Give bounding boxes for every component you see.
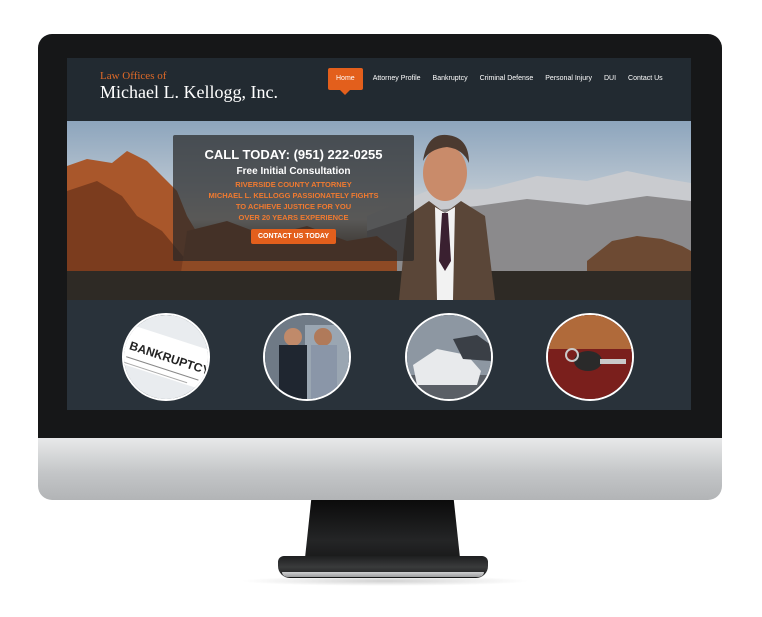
website-screen: Law Offices of Michael L. Kellogg, Inc. … xyxy=(67,58,691,410)
monitor-stand-base-edge xyxy=(282,572,484,577)
hero-line-3: TO ACHIEVE JUSTICE FOR YOU xyxy=(235,202,352,211)
main-nav: Home Attorney Profile Bankruptcy Crimina… xyxy=(328,67,669,95)
site-header: Law Offices of Michael L. Kellogg, Inc. … xyxy=(67,58,691,121)
dui-circle[interactable] xyxy=(546,313,634,401)
logo-line2[interactable]: Michael L. Kellogg, Inc. xyxy=(100,82,278,103)
monitor-chin xyxy=(38,438,722,500)
contact-us-today-button[interactable]: CONTACT US TODAY xyxy=(250,229,337,244)
hero-line-4: OVER 20 YEARS EXPERIENCE xyxy=(238,213,349,222)
nav-item-attorney-profile[interactable]: Attorney Profile xyxy=(367,68,427,90)
monitor-stand-neck xyxy=(305,500,460,558)
bankruptcy-form-icon: BANKRUPTCY xyxy=(124,315,208,399)
nav-item-dui[interactable]: DUI xyxy=(598,68,622,90)
car-accident-icon xyxy=(407,315,491,399)
hero-phone[interactable]: CALL TODAY: (951) 222-0255 xyxy=(173,147,414,162)
bankruptcy-circle[interactable]: BANKRUPTCY xyxy=(122,313,210,401)
hero-line-1: RIVERSIDE COUNTY ATTORNEY xyxy=(235,180,352,189)
personal-injury-circle[interactable] xyxy=(405,313,493,401)
nav-item-bankruptcy[interactable]: Bankruptcy xyxy=(427,68,474,90)
nav-item-criminal-defense[interactable]: Criminal Defense xyxy=(474,68,540,90)
hero-line-2: MICHAEL L. KELLOGG PASSIONATELY FIGHTS xyxy=(208,191,379,200)
nav-item-home[interactable]: Home xyxy=(328,68,363,95)
services-band: BANKRUPTCY xyxy=(67,300,691,410)
dui-keys-icon xyxy=(548,315,632,399)
criminal-defense-circle[interactable] xyxy=(263,313,351,401)
hero-consultation: Free Initial Consultation xyxy=(236,166,351,177)
hero-banner: CALL TODAY: (951) 222-0255 Free Initial … xyxy=(67,121,691,300)
nav-item-contact-us[interactable]: Contact Us xyxy=(622,68,669,90)
nav-item-personal-injury[interactable]: Personal Injury xyxy=(539,68,598,90)
logo-line1[interactable]: Law Offices of xyxy=(100,70,166,82)
hero-callout-box: CALL TODAY: (951) 222-0255 Free Initial … xyxy=(173,135,414,261)
police-arrest-icon xyxy=(265,315,349,399)
